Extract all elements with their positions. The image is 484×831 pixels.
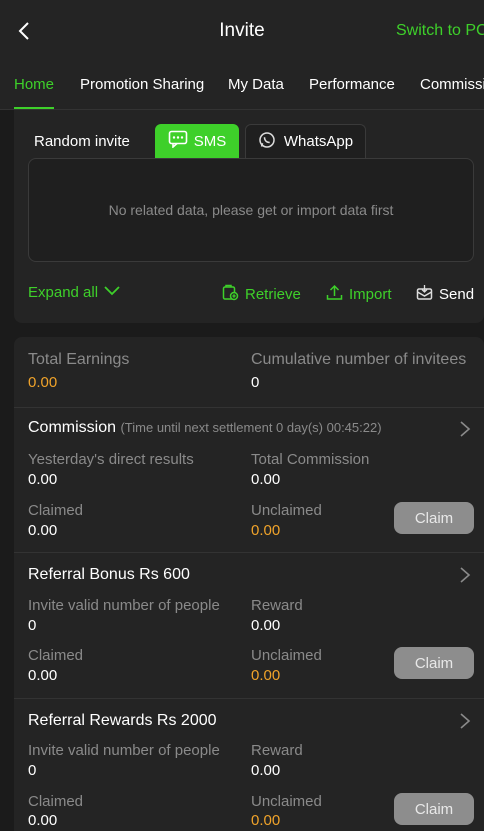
referral-rewards-title: Referral Rewards Rs 2000 (28, 712, 217, 729)
total-commission-label: Total Commission (251, 451, 370, 468)
tab-performance[interactable]: Performance (309, 76, 395, 93)
random-invite-tab[interactable]: Random invite (34, 124, 130, 158)
total-earnings-label: Total Earnings (28, 351, 130, 368)
import-icon (326, 284, 343, 305)
retrieve-icon (222, 284, 239, 305)
rewards-claim-button[interactable]: Claim (394, 793, 474, 825)
divider (14, 698, 484, 699)
import-label: Import (349, 286, 392, 303)
import-button[interactable]: Import (326, 284, 392, 305)
sms-tab[interactable]: SMS (155, 124, 239, 158)
whatsapp-tab[interactable]: WhatsApp (245, 124, 366, 158)
referral-bonus-title: Referral Bonus Rs 600 (28, 566, 190, 583)
invitees-value: 0 (251, 374, 260, 391)
yesterday-results-value: 0.00 (28, 471, 58, 488)
switch-to-pc-link[interactable]: Switch to PC (396, 22, 484, 40)
invite-actions: Expand all Retrieve Import Send (14, 282, 484, 306)
rewards-claimed-value: 0.00 (28, 812, 58, 829)
invitees-label: Cumulative number of invitees (251, 351, 467, 368)
rewards-reward-value: 0.00 (251, 762, 281, 779)
whatsapp-icon (258, 131, 276, 153)
divider (14, 407, 484, 408)
header-bar: Invite Switch to PC (0, 0, 484, 62)
rewards-unclaimed-value: 0.00 (251, 812, 281, 829)
total-commission-value: 0.00 (251, 471, 281, 488)
send-label: Send (439, 286, 475, 303)
commission-claimed-label: Claimed (28, 502, 84, 519)
retrieve-label: Retrieve (245, 286, 301, 303)
bonus-unclaimed-label: Unclaimed (251, 647, 322, 664)
tab-home[interactable]: Home (14, 76, 54, 93)
bonus-invite-label: Invite valid number of people (28, 597, 220, 614)
commission-claim-button[interactable]: Claim (394, 502, 474, 534)
commission-title: Commission (Time until next settlement 0… (28, 419, 382, 437)
retrieve-button[interactable]: Retrieve (222, 284, 301, 305)
rewards-invite-value: 0 (28, 762, 37, 779)
earnings-card: Total Earnings 0.00 Cumulative number of… (14, 337, 484, 831)
expand-all-button[interactable]: Expand all (28, 284, 120, 301)
invite-card: Random invite SMS WhatsApp No related da… (14, 110, 484, 323)
settlement-countdown: (Time until next settlement 0 day(s) 00:… (120, 420, 382, 435)
chevron-right-icon[interactable] (458, 420, 472, 438)
bonus-reward-label: Reward (251, 597, 303, 614)
tab-promotion-sharing[interactable]: Promotion Sharing (80, 76, 204, 93)
expand-all-label: Expand all (28, 284, 99, 301)
commission-unclaimed-label: Unclaimed (251, 502, 322, 519)
divider (14, 552, 484, 553)
sms-label: SMS (193, 132, 227, 150)
commission-claimed-value: 0.00 (28, 522, 58, 539)
bonus-claimed-value: 0.00 (28, 667, 58, 684)
rewards-invite-label: Invite valid number of people (28, 742, 220, 759)
chevron-down-icon (104, 284, 120, 301)
send-button[interactable]: Send (416, 284, 474, 305)
rewards-claimed-label: Claimed (28, 793, 84, 810)
rewards-unclaimed-label: Unclaimed (251, 793, 322, 810)
bonus-invite-value: 0 (28, 617, 37, 634)
main-tabs: Home Promotion Sharing My Data Performan… (0, 62, 484, 110)
chevron-right-icon[interactable] (458, 712, 472, 730)
bonus-reward-value: 0.00 (251, 617, 281, 634)
sms-icon (168, 130, 188, 152)
commission-unclaimed-value: 0.00 (251, 522, 281, 539)
send-icon (416, 284, 433, 305)
chevron-right-icon[interactable] (458, 566, 472, 584)
invite-data-box: No related data, please get or import da… (28, 158, 474, 262)
rewards-reward-label: Reward (251, 742, 303, 759)
whatsapp-label: WhatsApp (283, 133, 354, 150)
bonus-claim-button[interactable]: Claim (394, 647, 474, 679)
total-earnings-value: 0.00 (28, 374, 58, 391)
tab-commission[interactable]: Commission (420, 76, 484, 93)
yesterday-results-label: Yesterday's direct results (28, 451, 194, 468)
tab-my-data[interactable]: My Data (228, 76, 284, 93)
bonus-claimed-label: Claimed (28, 647, 84, 664)
empty-state-text: No related data, please get or import da… (108, 202, 394, 218)
bonus-unclaimed-value: 0.00 (251, 667, 281, 684)
commission-title-text: Commission (28, 419, 117, 436)
